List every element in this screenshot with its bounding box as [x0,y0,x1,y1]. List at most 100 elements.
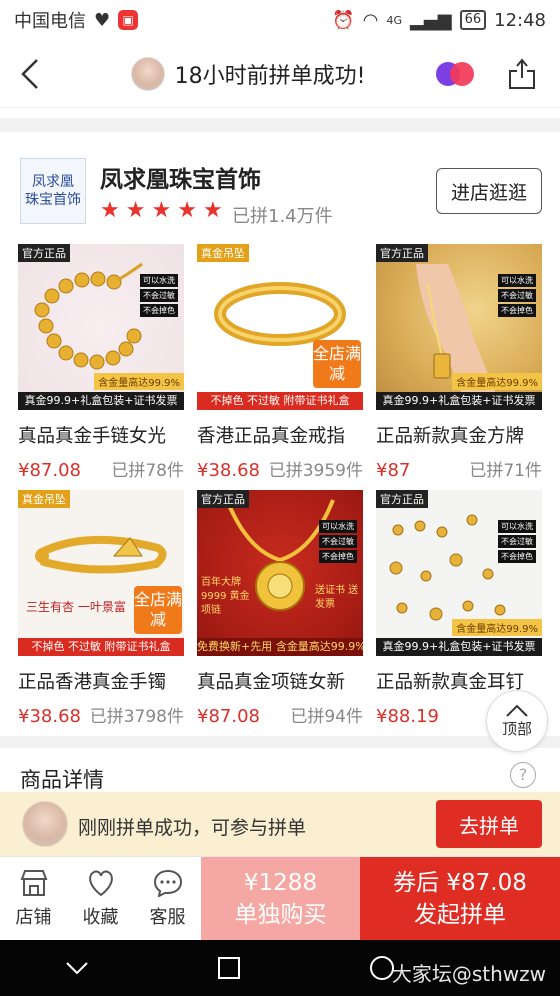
product-card[interactable]: 官方正品 可以水洗 不会过敏 不会掉色 百年大牌 9999 黄金项链 送证书 送… [197,490,363,736]
network-type: 4G [386,13,403,27]
back-to-top-button[interactable]: 顶部 [486,690,548,752]
customer-service-button[interactable]: 客服 [134,857,201,940]
back-to-top-label: 顶部 [501,719,532,738]
feature-note: 不会掉色 [498,304,536,317]
promo-strip: 真金99.9+礼盒包装+证书发票 [376,392,542,410]
product-price: ¥87.08 [197,706,260,727]
signal-icon: ▂▄▆ [410,9,452,31]
shop-logo[interactable]: 凤求凰 珠宝首饰 [20,158,86,224]
official-tag: 官方正品 [197,490,249,508]
visit-shop-button[interactable]: 进店逛逛 [436,168,542,214]
product-card[interactable]: 真金吊坠 三生有杏 一叶景富 全店满减 不掉色 不过敏 附带证书礼盒 正品香港真… [18,490,184,736]
star-icon: ★ [202,198,223,223]
feature-notes: 可以水洗 不会过敏 不会掉色 [498,520,536,563]
group-price: 券后 ¥87.08 [393,869,527,896]
gold-pendant-tag: 真金吊坠 [197,244,249,262]
product-title: 香港正品真金戒指 [197,426,346,447]
star-icon: ★ [151,198,172,223]
product-card[interactable]: 真金吊坠 全店满减 不掉色 不过敏 附带证书礼盒 香港正品真金戒指 ¥38.68… [197,244,363,490]
feature-note: 不会掉色 [498,550,536,563]
heart-status-icon: ♥ [94,9,111,31]
sold-count: 已拼94件 [290,707,363,727]
feature-note: 不会过敏 [319,535,357,548]
feature-note: 可以水洗 [498,274,536,287]
battery-level: 66 [459,10,487,30]
promo-strip: 真金99.9+礼盒包装+证书发票 [18,392,184,410]
buy-alone-button[interactable]: ¥1288 单独购买 [201,857,360,940]
promo-strip: 不掉色 不过敏 附带证书礼盒 [18,638,184,656]
banner-text: 刚刚拼单成功，可参与拼单 [78,817,307,839]
product-title: 真品真金手链女光 [18,426,167,447]
back-button[interactable] [0,40,60,108]
mini-program-icon[interactable] [436,60,478,88]
question-icon[interactable]: ? [510,762,536,788]
product-image: 真金吊坠 全店满减 不掉色 不过敏 附带证书礼盒 [197,244,363,410]
favorite-button[interactable]: 收藏 [67,857,134,940]
shop-card: 凤求凰 珠宝首饰 凤求凰珠宝首饰 ★ ★ ★ ★ ★ 已拼1.4万件 进店逛逛 [0,132,560,242]
store-discount-badge: 全店满减 [313,340,361,388]
product-card[interactable]: 官方正品 可以水洗 不会过敏 不会掉色 含金量高达99.9% 真金99.9+礼盒… [18,244,184,490]
shop-name[interactable]: 凤求凰珠宝首饰 [100,160,261,194]
official-tag: 官方正品 [376,490,428,508]
product-title: 正品新款真金方牌 [376,426,525,447]
product-card[interactable]: 官方正品 可以水洗 不会过敏 不会掉色 含金量高达99.9% 真金99.9+礼盒… [376,244,542,490]
feature-notes: 可以水洗 不会过敏 不会掉色 [140,274,178,317]
sold-count: 已拼78件 [111,461,184,481]
chat-icon [153,869,182,897]
heart-icon [88,870,113,896]
nav-recent-icon[interactable] [217,957,240,979]
product-image: 官方正品 可以水洗 不会过敏 不会掉色 含金量高达99.9% 真金99.9+礼盒… [376,244,542,410]
bottom-action-bar: 店铺 收藏 客服 ¥1288 单独购买 券后 ¥87.08 发起拼单 [0,856,560,940]
start-group-buy-button[interactable]: 券后 ¥87.08 发起拼单 [360,857,560,940]
shop-label: 店铺 [15,906,52,928]
purity-chip: 含金量高达99.9% [94,373,184,390]
feature-note: 可以水洗 [498,520,536,533]
promo-strip: 不掉色 不过敏 附带证书礼盒 [197,392,363,410]
chevron-up-icon [506,704,528,717]
section-divider [0,736,560,748]
store-icon [20,869,47,896]
product-price: ¥88.19 [376,706,439,727]
shop-logo-line2: 珠宝首饰 [25,192,81,208]
page-title: 18小时前拼单成功! [174,63,366,89]
group-label: 发起拼单 [414,901,506,928]
shop-sold-count: 已拼1.4万件 [232,206,333,227]
chevron-left-icon [21,58,38,89]
sold-count: 已拼71件 [469,461,542,481]
avatar [22,801,68,847]
feature-note: 可以水洗 [140,274,178,287]
product-title: 真品真金项链女新 [197,672,346,693]
details-title: 商品详情 [20,768,104,792]
shop-button[interactable]: 店铺 [0,857,67,940]
certificate-caption: 送证书 送发票 [315,585,359,610]
alarm-icon: ⏰ [332,9,355,31]
feature-note: 不会过敏 [498,535,536,548]
join-group-button[interactable]: 去拼单 [436,800,542,848]
feature-note: 可以水洗 [319,520,357,533]
shop-logo-line1: 凤求凰 [32,174,74,190]
join-group-banner: 刚刚拼单成功，可参与拼单 去拼单 [0,792,560,856]
share-icon[interactable] [508,57,536,90]
purity-chip: 含金量高达99.9% [452,373,542,390]
service-label: 客服 [149,906,186,928]
store-discount-badge: 全店满减 [134,586,182,634]
star-icon: ★ [100,198,120,223]
product-image: 官方正品 可以水洗 不会过敏 不会掉色 含金量高达99.9% 真金99.9+礼盒… [18,244,184,410]
necklace-illustration [225,499,335,611]
promo-strip: 真金99.9+礼盒包装+证书发票 [376,638,542,656]
product-price: ¥87 [376,460,411,481]
gold-pendant-tag: 真金吊坠 [18,490,70,508]
product-image: 真金吊坠 三生有杏 一叶景富 全店满减 不掉色 不过敏 附带证书礼盒 [18,490,184,656]
product-price: ¥87.08 [18,460,81,481]
star-icon: ★ [125,198,146,223]
single-price: ¥1288 [243,869,318,896]
feature-note: 不会掉色 [140,304,178,317]
product-grid: 官方正品 可以水洗 不会过敏 不会掉色 含金量高达99.9% 真金99.9+礼盒… [18,244,542,736]
feature-notes: 可以水洗 不会过敏 不会掉色 [498,274,536,317]
carrier-label: 中国电信 [14,11,86,32]
official-tag: 官方正品 [376,244,428,262]
purity-chip: 含金量高达99.9% [452,619,542,636]
sold-count: 已拼3798件 [89,707,184,727]
nav-back-icon[interactable] [65,961,89,975]
watermark: 大家坛@sthwzw [391,962,546,986]
